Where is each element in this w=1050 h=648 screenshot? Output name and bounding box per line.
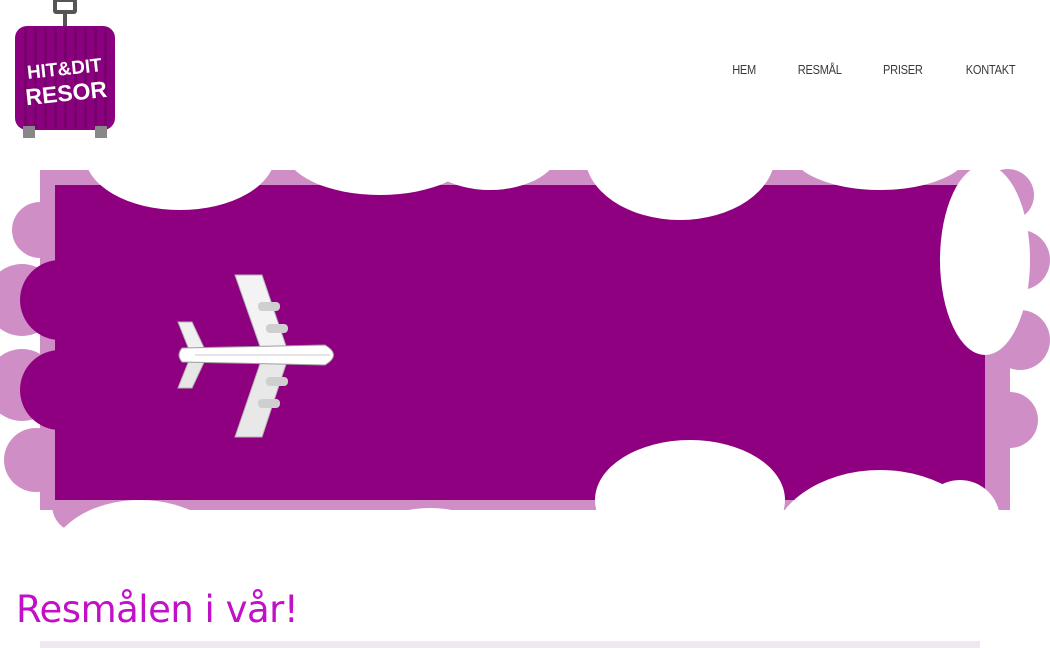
nav-item-hem[interactable]: HEM xyxy=(733,60,757,80)
luggage-handle-icon xyxy=(53,0,77,14)
wheel-icon xyxy=(95,126,107,138)
hero-banner xyxy=(0,140,1050,560)
content-strip xyxy=(40,641,980,648)
nav-item-kontakt[interactable]: KONTAKT xyxy=(965,60,1015,80)
wheel-icon xyxy=(23,126,35,138)
page-title: Resmålen i vår! xyxy=(16,588,299,631)
main-navigation: HEM RESMÅL PRISER KONTAKT xyxy=(728,60,1016,80)
nav-item-resmal[interactable]: RESMÅL xyxy=(798,60,842,80)
brand-logo[interactable]: HIT&DIT RESOR xyxy=(14,0,116,140)
nav-item-priser[interactable]: PRISER xyxy=(883,60,923,80)
